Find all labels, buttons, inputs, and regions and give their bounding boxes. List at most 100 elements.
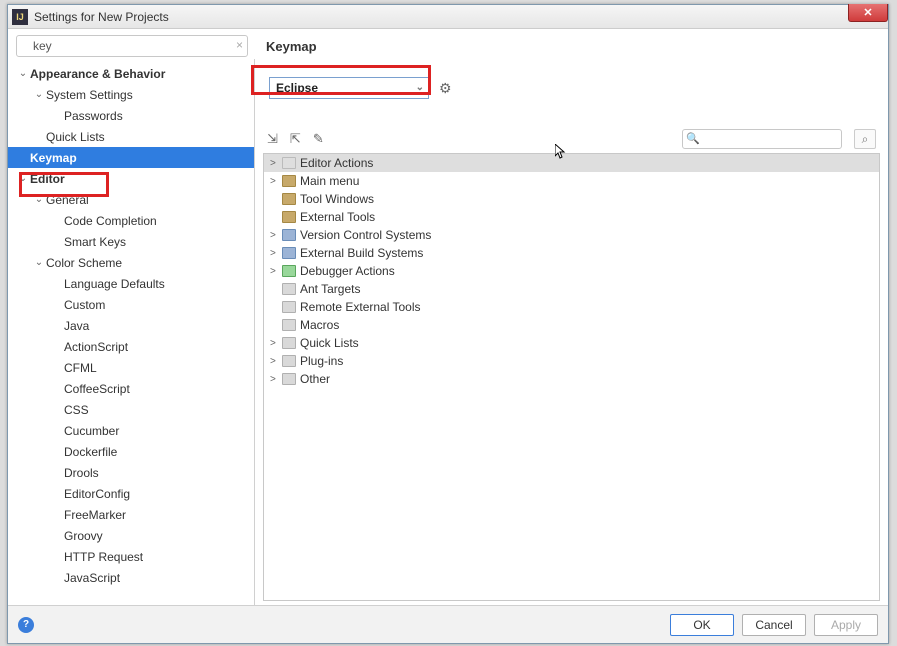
chevron-right-icon: > (270, 356, 282, 367)
action-item-label: Version Control Systems (300, 228, 431, 242)
actions-tree[interactable]: >Editor Actions>Main menu>Tool Windows>E… (263, 153, 880, 601)
sidebar-item-label: CFML (64, 361, 97, 375)
expand-all-icon[interactable]: ⇲ (267, 131, 278, 147)
sidebar-item-java[interactable]: Java (8, 315, 254, 336)
content-area: 🔍 × Keymap ⌄Appearance & Behavior⌄System… (8, 29, 888, 643)
actions-toolbar: ⇲ ⇱ ✎ 🔍 ⌕ (263, 129, 880, 149)
cancel-button[interactable]: Cancel (742, 614, 806, 636)
ok-button[interactable]: OK (670, 614, 734, 636)
sidebar-item-http-request[interactable]: HTTP Request (8, 546, 254, 567)
settings-tree[interactable]: ⌄Appearance & Behavior⌄System SettingsPa… (8, 59, 255, 605)
chevron-down-icon: ⌄ (16, 68, 30, 79)
action-item-remote-external-tools[interactable]: >Remote External Tools (264, 298, 879, 316)
sidebar-item-language-defaults[interactable]: Language Defaults (8, 273, 254, 294)
find-by-shortcut-button[interactable]: ⌕ (854, 129, 876, 149)
folder-icon (282, 175, 296, 187)
window-title: Settings for New Projects (34, 10, 169, 24)
sidebar-item-cucumber[interactable]: Cucumber (8, 420, 254, 441)
action-item-version-control-systems[interactable]: >Version Control Systems (264, 226, 879, 244)
sidebar-item-actionscript[interactable]: ActionScript (8, 336, 254, 357)
sidebar-item-groovy[interactable]: Groovy (8, 525, 254, 546)
chevron-right-icon: > (270, 176, 282, 187)
action-item-label: Other (300, 372, 330, 386)
sidebar-item-label: EditorConfig (64, 487, 130, 501)
sidebar-item-smart-keys[interactable]: Smart Keys (8, 231, 254, 252)
titlebar: IJ Settings for New Projects ✕ (8, 5, 888, 29)
sidebar-item-general[interactable]: ⌄General (8, 189, 254, 210)
sidebar-item-cfml[interactable]: CFML (8, 357, 254, 378)
action-item-label: Plug-ins (300, 354, 343, 368)
action-item-tool-windows[interactable]: >Tool Windows (264, 190, 879, 208)
sidebar-item-javascript[interactable]: JavaScript (8, 567, 254, 588)
action-item-editor-actions[interactable]: > Editor Actions (264, 154, 879, 172)
action-item-label: Editor Actions (300, 156, 373, 170)
action-item-main-menu[interactable]: > Main menu (264, 172, 879, 190)
sidebar-item-label: Smart Keys (64, 235, 126, 249)
folder-icon (282, 211, 296, 223)
sidebar-item-label: Dockerfile (64, 445, 117, 459)
top-row: 🔍 × Keymap (8, 29, 888, 59)
sidebar-item-drools[interactable]: Drools (8, 462, 254, 483)
collapse-all-icon[interactable]: ⇱ (290, 131, 301, 147)
sidebar-item-css[interactable]: CSS (8, 399, 254, 420)
apply-button[interactable]: Apply (814, 614, 878, 636)
action-item-external-tools[interactable]: >External Tools (264, 208, 879, 226)
sidebar-item-editorconfig[interactable]: EditorConfig (8, 483, 254, 504)
action-item-quick-lists[interactable]: > Quick Lists (264, 334, 879, 352)
edit-icon[interactable]: ✎ (313, 131, 324, 147)
sidebar-item-editor[interactable]: ⌄Editor (8, 168, 254, 189)
action-item-external-build-systems[interactable]: >External Build Systems (264, 244, 879, 262)
sidebar-item-quick-lists[interactable]: Quick Lists (8, 126, 254, 147)
sidebar-item-system-settings[interactable]: ⌄System Settings (8, 84, 254, 105)
action-item-debugger-actions[interactable]: >Debugger Actions (264, 262, 879, 280)
sidebar-item-color-scheme[interactable]: ⌄Color Scheme (8, 252, 254, 273)
sidebar-item-label: Java (64, 319, 89, 333)
chevron-down-icon: ⌄ (32, 89, 46, 100)
folder-icon (282, 247, 296, 259)
sidebar-item-label: CSS (64, 403, 89, 417)
chevron-right-icon: > (270, 158, 282, 169)
search-wrap: 🔍 × (16, 35, 248, 57)
sidebar-item-label: Cucumber (64, 424, 119, 438)
sidebar-item-code-completion[interactable]: Code Completion (8, 210, 254, 231)
clear-search-icon[interactable]: × (236, 38, 243, 52)
action-item-label: Macros (300, 318, 339, 332)
sidebar-item-label: ActionScript (64, 340, 128, 354)
sidebar-item-appearance-behavior[interactable]: ⌄Appearance & Behavior (8, 63, 254, 84)
action-item-ant-targets[interactable]: >Ant Targets (264, 280, 879, 298)
sidebar-item-coffeescript[interactable]: CoffeeScript (8, 378, 254, 399)
action-item-label: Debugger Actions (300, 264, 395, 278)
action-item-other[interactable]: > Other (264, 370, 879, 388)
sidebar-item-passwords[interactable]: Passwords (8, 105, 254, 126)
gear-icon[interactable]: ⚙ (439, 80, 452, 97)
close-button[interactable]: ✕ (848, 4, 888, 22)
sidebar-item-keymap[interactable]: Keymap (8, 147, 254, 168)
chevron-right-icon: > (270, 338, 282, 349)
help-button[interactable]: ? (18, 617, 34, 633)
actions-filter-input[interactable] (682, 129, 842, 149)
action-item-label: Main menu (300, 174, 359, 188)
action-item-macros[interactable]: >Macros (264, 316, 879, 334)
folder-icon (282, 337, 296, 349)
keymap-selected-value: Eclipse (276, 81, 318, 95)
keymap-combobox[interactable]: Eclipse ⌄ (269, 77, 429, 99)
search-icon: 🔍 (686, 132, 700, 145)
sidebar-item-label: Code Completion (64, 214, 157, 228)
sidebar-item-label: CoffeeScript (64, 382, 130, 396)
sidebar-item-label: JavaScript (64, 571, 120, 585)
sidebar-item-label: Language Defaults (64, 277, 165, 291)
sidebar-item-freemarker[interactable]: FreeMarker (8, 504, 254, 525)
action-item-label: Remote External Tools (300, 300, 421, 314)
action-item-label: Quick Lists (300, 336, 359, 350)
settings-search-input[interactable] (16, 35, 248, 57)
action-item-label: Ant Targets (300, 282, 360, 296)
sidebar-item-label: Appearance & Behavior (30, 67, 165, 81)
folder-icon (282, 193, 296, 205)
chevron-down-icon: ⌄ (16, 173, 30, 184)
sidebar-item-custom[interactable]: Custom (8, 294, 254, 315)
sidebar-item-dockerfile[interactable]: Dockerfile (8, 441, 254, 462)
folder-icon (282, 355, 296, 367)
chevron-right-icon: > (270, 374, 282, 385)
action-item-plug-ins[interactable]: > Plug-ins (264, 352, 879, 370)
actions-filter-wrap: 🔍 (682, 129, 842, 149)
